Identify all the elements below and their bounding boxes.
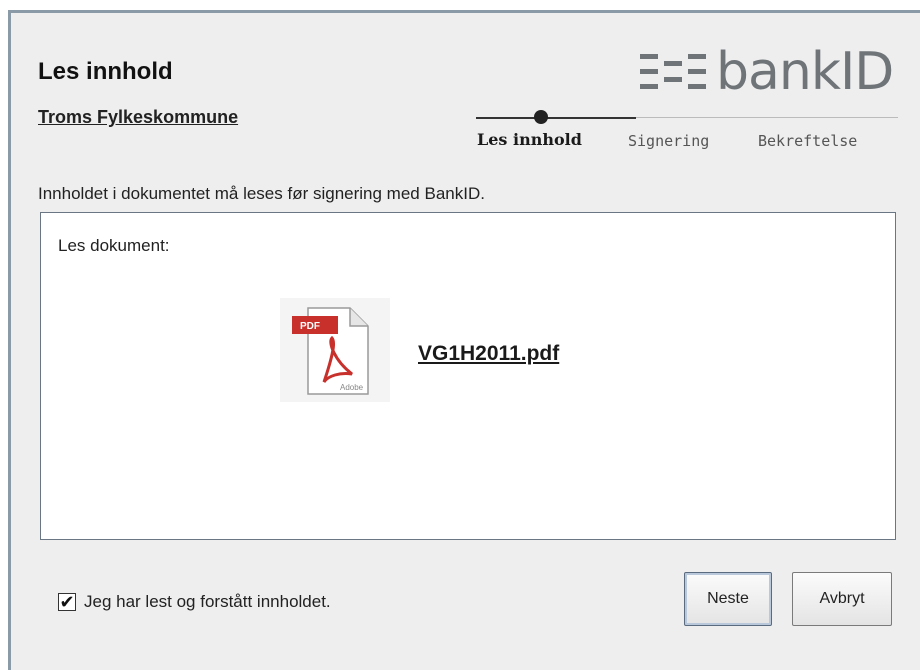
step-read-content: Les innhold: [477, 130, 582, 149]
next-button[interactable]: Neste: [684, 572, 772, 626]
step-current-marker: [534, 110, 548, 124]
document-panel: [40, 212, 896, 540]
confirm-checkbox[interactable]: ✔: [58, 593, 76, 611]
pdf-brand-text: Adobe: [340, 383, 364, 392]
cancel-button[interactable]: Avbryt: [792, 572, 892, 626]
bankid-logo: bankID: [640, 42, 894, 102]
instruction-text: Innholdet i dokumentet må leses før sign…: [38, 184, 485, 203]
bankid-logo-mark-icon: [640, 54, 706, 89]
step-signing: Signering: [628, 132, 710, 150]
document-link[interactable]: VG1H2011.pdf: [418, 342, 559, 366]
step-progress-track: [636, 117, 898, 118]
confirm-label[interactable]: Jeg har lest og forstått innholdet.: [84, 592, 331, 612]
bankid-logo-text: bankID: [716, 42, 894, 102]
step-confirmation: Bekreftelse: [758, 132, 858, 150]
organization-link[interactable]: Troms Fylkeskommune: [38, 107, 238, 128]
document-label: Les dokument:: [58, 236, 170, 255]
step-progress-line: [476, 117, 636, 119]
pdf-badge-text: PDF: [300, 321, 320, 332]
pdf-icon[interactable]: PDF Adobe: [280, 298, 390, 402]
page-title: Les innhold: [38, 58, 173, 85]
